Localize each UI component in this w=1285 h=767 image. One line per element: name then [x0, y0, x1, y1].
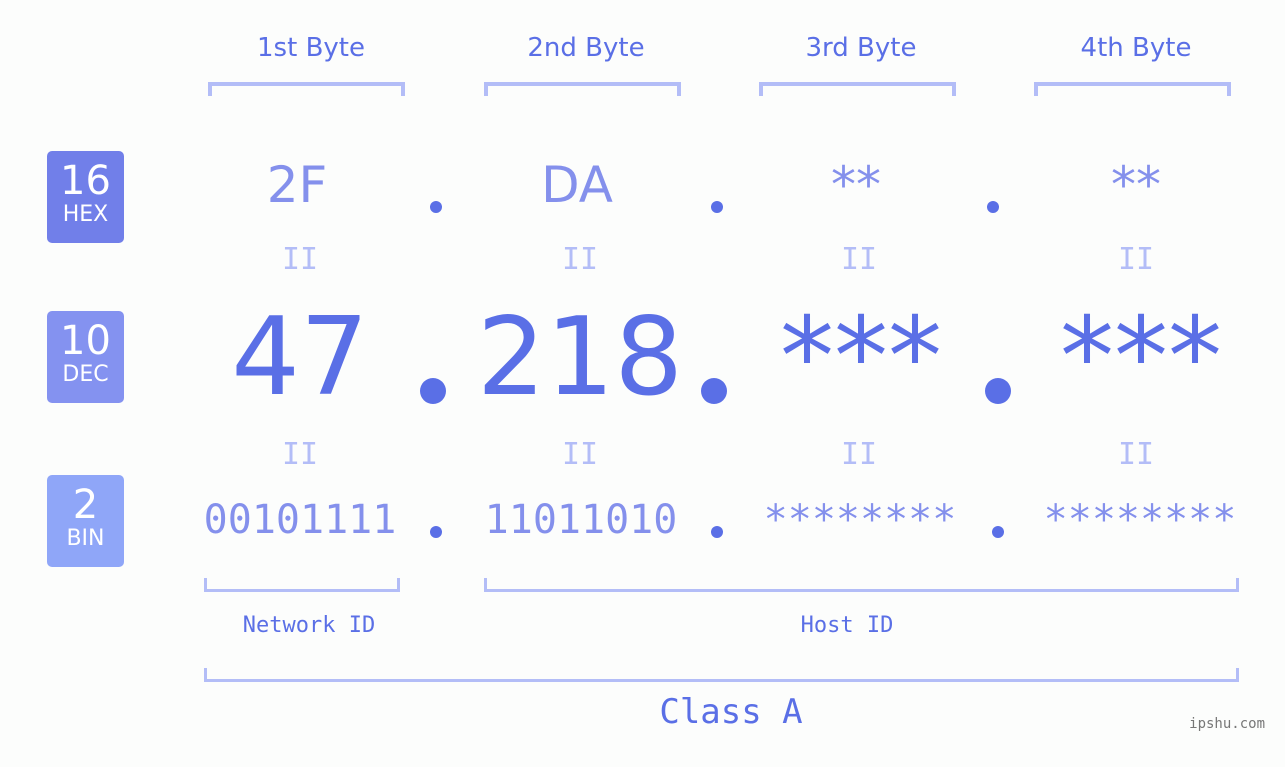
equals-sign: II	[1117, 437, 1155, 472]
bin-byte-1: 00101111	[203, 497, 397, 543]
equals-sign: II	[840, 437, 878, 472]
network-id-label: Network ID	[242, 613, 376, 638]
hex-separator-dot	[987, 201, 999, 213]
equals-sign: II	[561, 242, 599, 277]
network-id-bracket	[204, 578, 400, 592]
dec-base-number: 10	[60, 318, 111, 364]
hex-byte-4: **	[1111, 156, 1161, 214]
bin-badge: 2 BIN	[47, 475, 124, 567]
bin-base-label: BIN	[66, 526, 105, 551]
hex-badge: 16 HEX	[47, 151, 124, 243]
byte-header-3: 3rd Byte	[805, 33, 917, 63]
hex-separator-dot	[711, 201, 723, 213]
hex-base-label: HEX	[62, 202, 109, 227]
equals-sign: II	[561, 437, 599, 472]
class-label: Class A	[659, 692, 803, 732]
byte-bracket-4	[1034, 82, 1231, 96]
dec-base-label: DEC	[62, 362, 109, 387]
bin-base-number: 2	[72, 482, 99, 528]
equals-sign: II	[840, 242, 878, 277]
equals-sign: II	[1117, 242, 1155, 277]
byte-header-4: 4th Byte	[1080, 33, 1192, 63]
bin-byte-4: ********	[1043, 497, 1237, 543]
dec-byte-3: ***	[780, 295, 942, 420]
class-bracket	[204, 668, 1239, 682]
byte-bracket-1	[208, 82, 405, 96]
byte-bracket-2	[484, 82, 681, 96]
bin-separator-dot	[711, 526, 723, 538]
bin-separator-dot	[992, 526, 1004, 538]
dec-separator-dot	[985, 378, 1011, 404]
byte-header-2: 2nd Byte	[527, 33, 645, 63]
bin-byte-3: ********	[763, 497, 957, 543]
hex-base-number: 16	[60, 158, 111, 204]
hex-byte-2: DA	[541, 156, 613, 214]
equals-sign: II	[281, 242, 319, 277]
dec-separator-dot	[420, 378, 446, 404]
watermark: ipshu.com	[1189, 716, 1265, 732]
hex-byte-1: 2F	[266, 156, 328, 214]
dec-byte-4: ***	[1060, 295, 1222, 420]
hex-separator-dot	[430, 201, 442, 213]
bin-byte-2: 11011010	[484, 497, 678, 543]
hex-byte-3: **	[831, 156, 881, 214]
host-id-label: Host ID	[800, 613, 894, 638]
bin-separator-dot	[430, 526, 442, 538]
byte-header-1: 1st Byte	[257, 33, 365, 63]
equals-sign: II	[281, 437, 319, 472]
byte-bracket-3	[759, 82, 956, 96]
dec-byte-1: 47	[231, 295, 369, 420]
host-id-bracket	[484, 578, 1239, 592]
dec-badge: 10 DEC	[47, 311, 124, 403]
dec-byte-2: 218	[476, 295, 684, 420]
dec-separator-dot	[701, 378, 727, 404]
